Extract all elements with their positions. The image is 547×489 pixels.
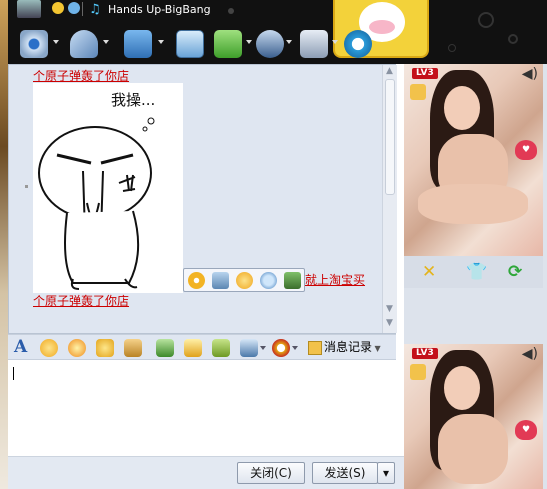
show-panel: LV3 ◀) ♥ ✕ 👕 ⟳ LV3 ◀) ♥: [404, 64, 547, 489]
history-label: 消息记录: [324, 340, 373, 354]
cross-icon[interactable]: ✕: [422, 262, 436, 282]
level-badge: LV3: [412, 348, 438, 359]
music-note-icon[interactable]: ♫: [89, 2, 101, 17]
settings-icon[interactable]: [300, 30, 328, 58]
shop-icon[interactable]: [344, 30, 372, 58]
chat-scrollbar[interactable]: ▲ ▼ ▼: [382, 65, 397, 333]
font-icon[interactable]: A: [14, 337, 27, 357]
message-input[interactable]: [8, 360, 396, 456]
chevron-down-icon[interactable]: [246, 40, 252, 44]
history-icon: [308, 340, 322, 355]
sticker-caption: 我操...: [111, 91, 155, 109]
vip-icon[interactable]: [410, 364, 426, 380]
action-bar: 关闭(C) 发送(S) ▾: [8, 456, 404, 489]
send-button[interactable]: 发送(S): [312, 462, 378, 484]
save-icon[interactable]: [212, 272, 229, 289]
webcam-icon[interactable]: [20, 30, 48, 58]
title-divider: [82, 2, 83, 16]
folder-transfer-icon[interactable]: [124, 30, 152, 58]
scroll-bottom-icon[interactable]: ▼: [386, 319, 393, 328]
chevron-down-icon[interactable]: [292, 346, 298, 350]
user-card-icon[interactable]: [256, 30, 284, 58]
scrollbar-thumb[interactable]: [385, 79, 395, 195]
format-toolbar: A 消息记录 ▼: [8, 334, 396, 360]
screen-capture-icon[interactable]: [240, 339, 258, 357]
chevron-down-icon[interactable]: [53, 40, 59, 44]
close-button[interactable]: 关闭(C): [237, 462, 305, 484]
gift-icon[interactable]: [212, 339, 230, 357]
buddy-avatar-icon[interactable]: [17, 0, 41, 18]
speaker-icon[interactable]: ◀): [522, 346, 538, 362]
buddy-show-photo[interactable]: LV3 ◀) ♥: [404, 64, 543, 256]
hand-draw-icon[interactable]: [124, 339, 142, 357]
angry-face-sticker[interactable]: 我操...: [33, 83, 183, 293]
gallery-icon[interactable]: [284, 272, 301, 289]
speaker-icon[interactable]: ◀): [522, 66, 538, 82]
send-options-button[interactable]: ▾: [377, 462, 395, 484]
chevron-down-icon[interactable]: [286, 40, 292, 44]
chevron-down-icon[interactable]: [260, 346, 266, 350]
my-show-photo[interactable]: LV3 ◀) ♥: [404, 344, 543, 489]
scroll-up-icon[interactable]: ▲: [386, 67, 393, 76]
level-badge: LV3: [412, 68, 438, 79]
favorite-star-icon[interactable]: [52, 2, 64, 14]
chevron-down-icon[interactable]: [158, 40, 164, 44]
chat-message-link[interactable]: 个原子弹轰了你店: [33, 67, 129, 84]
image-icon[interactable]: [156, 339, 174, 357]
search-icon[interactable]: [68, 2, 80, 14]
add-favorite-icon[interactable]: [188, 272, 205, 289]
taobao-link[interactable]: 就上淘宝买: [305, 271, 365, 288]
sticker-drawing: 我操...: [38, 91, 155, 290]
chevron-down-icon[interactable]: [103, 40, 109, 44]
magic-emoticon-icon[interactable]: [68, 339, 86, 357]
main-toolbar: [8, 26, 404, 62]
show-toolbar: ✕ 👕 ⟳: [404, 256, 543, 288]
shop-icon[interactable]: [272, 339, 290, 357]
chat-history[interactable]: 个原子弹轰了你店 我操... 就上淘宝买 个原子弹轰了你店 ▲ ▼ ▼: [8, 64, 397, 334]
emoticon-icon[interactable]: [40, 339, 58, 357]
microphone-icon[interactable]: [70, 30, 98, 58]
heart-icon[interactable]: ♥: [515, 140, 537, 160]
message-bullet: [25, 185, 28, 188]
message-history-button[interactable]: 消息记录 ▼: [308, 338, 381, 358]
shirt-icon[interactable]: 👕: [466, 262, 487, 282]
vip-icon[interactable]: [410, 84, 426, 100]
refresh-icon[interactable]: ⟳: [508, 262, 522, 282]
heart-icon[interactable]: ♥: [515, 420, 537, 440]
image-hover-toolbar: [183, 268, 305, 292]
emoticon-icon[interactable]: [236, 272, 253, 289]
desktop-background-strip: [0, 0, 8, 489]
window-title: Hands Up-BigBang: [108, 3, 211, 16]
chevron-down-icon[interactable]: [332, 40, 338, 44]
text-caret: [13, 367, 14, 380]
screenshot-icon[interactable]: [176, 30, 204, 58]
chat-message-link[interactable]: 个原子弹轰了你店: [33, 292, 129, 309]
nudge-icon[interactable]: [96, 339, 114, 357]
scroll-down-icon[interactable]: ▼: [386, 305, 393, 314]
music-icon[interactable]: [184, 339, 202, 357]
add-app-icon[interactable]: [214, 30, 242, 58]
search-image-icon[interactable]: [260, 272, 277, 289]
